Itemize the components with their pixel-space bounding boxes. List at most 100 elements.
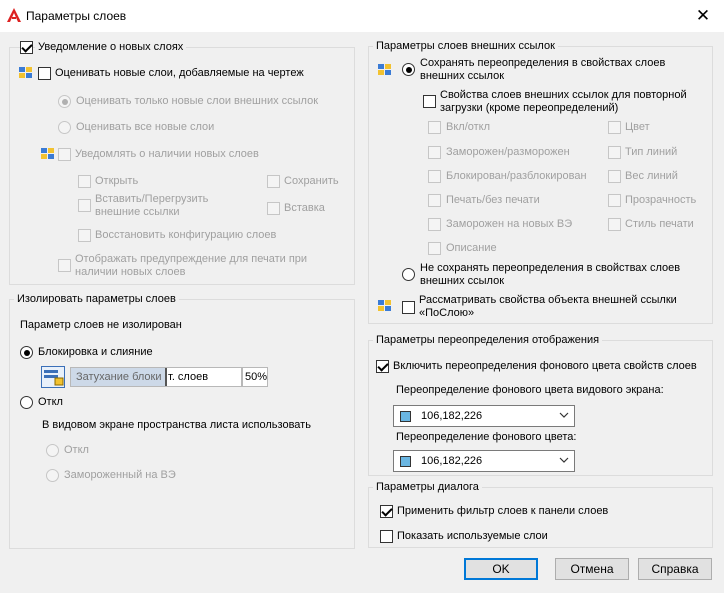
vp-bg-label: Переопределение фонового цвета видового … <box>396 384 664 396</box>
insert-reload-checkbox[interactable] <box>78 199 91 212</box>
isolate-off-radio[interactable] <box>20 396 33 409</box>
lock-checkbox[interactable] <box>428 170 441 183</box>
only-xref-label: Оценивать только новые слои внешних ссыл… <box>76 95 319 107</box>
notification-checkbox[interactable] <box>20 41 33 54</box>
keep-overrides-radio[interactable] <box>402 63 415 76</box>
print-warning-label: Отображать предупреждение для печати при… <box>75 253 308 278</box>
no-keep-radio[interactable] <box>402 268 415 281</box>
freeze-label: Заморожен/разморожен <box>446 146 570 158</box>
description-label: Описание <box>446 242 497 254</box>
chevron-down-icon <box>559 457 569 463</box>
insert-label: Вставка <box>284 202 325 214</box>
insert-reload-label: Вставить/Перегрузить внешние ссылки <box>95 193 209 218</box>
notification-group <box>9 47 355 285</box>
treat-bylayer-label: Рассматривать свойства объекта внешней с… <box>419 294 677 319</box>
evaluate-new-checkbox[interactable] <box>38 67 51 80</box>
fade-slider-thumb[interactable] <box>165 368 167 386</box>
plot-style-label: Стиль печати <box>625 218 694 230</box>
lineweight-label: Вес линий <box>625 170 678 182</box>
keep-overrides-label: Сохранять переопределения в свойствах сл… <box>420 57 666 82</box>
bg-combo[interactable]: 106,182,226 <box>393 450 575 472</box>
chevron-down-icon <box>559 412 569 418</box>
fade-label: Затухание блоки <box>76 371 162 383</box>
apply-filter-label: Применить фильтр слоев к панели слоев <box>397 505 609 517</box>
cancel-button[interactable]: Отмена <box>555 558 629 580</box>
lineweight-checkbox[interactable] <box>608 170 621 183</box>
lock-label: Блокирован/разблокирован <box>446 170 587 182</box>
enable-bg-checkbox[interactable] <box>376 360 389 373</box>
color-swatch <box>400 411 411 422</box>
color-swatch <box>400 456 411 467</box>
xref-legend: Параметры слоев внешних ссылок <box>373 40 558 53</box>
vp-bg-value: 106,182,226 <box>421 410 483 422</box>
fade-slider[interactable]: Затухание блоки т. слоев <box>70 367 242 387</box>
evaluate-new-label: Оценивать новые слои, добавляемые на чер… <box>55 67 304 79</box>
open-label: Открыть <box>95 175 139 187</box>
dialog-legend: Параметры диалога <box>373 481 482 494</box>
plot-label: Печать/без печати <box>446 194 540 206</box>
vp-off-label: Откл <box>64 444 89 456</box>
close-icon[interactable]: ✕ <box>690 4 716 28</box>
layer-stack-icon <box>378 64 391 75</box>
vp-frozen-radio[interactable] <box>46 469 59 482</box>
open-checkbox[interactable] <box>78 175 91 188</box>
enable-bg-label: Включить переопределения фонового цвета … <box>393 360 697 372</box>
restore-checkbox[interactable] <box>78 229 91 242</box>
fade-value-box[interactable]: 50% <box>242 367 268 387</box>
window-title: Параметры слоев <box>26 9 127 23</box>
color-label: Цвет <box>625 121 650 133</box>
frozen-vp-checkbox[interactable] <box>428 218 441 231</box>
all-new-radio[interactable] <box>58 121 71 134</box>
plot-checkbox[interactable] <box>428 194 441 207</box>
vp-bg-combo[interactable]: 106,182,226 <box>393 405 575 427</box>
reload-props-checkbox[interactable] <box>423 95 436 108</box>
ok-button[interactable]: OK <box>464 558 538 580</box>
print-warning-checkbox[interactable] <box>58 259 71 272</box>
linetype-checkbox[interactable] <box>608 146 621 159</box>
insert-checkbox[interactable] <box>267 202 280 215</box>
isolate-off-label: Откл <box>38 396 63 408</box>
only-xref-radio[interactable] <box>58 95 71 108</box>
vp-frozen-label: Замороженный на ВЭ <box>64 469 176 481</box>
layer-stack-icon <box>19 67 32 78</box>
isolate-legend: Изолировать параметры слоев <box>14 293 179 306</box>
color-checkbox[interactable] <box>608 121 621 134</box>
display-legend: Параметры переопределения отображения <box>373 334 603 347</box>
autocad-logo-icon <box>7 8 21 22</box>
lock-fade-radio[interactable] <box>20 346 33 359</box>
save-checkbox[interactable] <box>267 175 280 188</box>
transparency-label: Прозрачность <box>625 194 697 206</box>
lock-fade-label: Блокировка и слияние <box>38 346 153 358</box>
freeze-checkbox[interactable] <box>428 146 441 159</box>
apply-filter-checkbox[interactable] <box>380 505 393 518</box>
on-off-checkbox[interactable] <box>428 121 441 134</box>
notify-present-checkbox[interactable] <box>58 148 71 161</box>
layer-stack-icon <box>41 148 54 159</box>
notify-present-label: Уведомлять о наличии новых слоев <box>75 148 259 160</box>
bg-value: 106,182,226 <box>421 455 483 467</box>
save-label: Сохранить <box>284 175 339 187</box>
notification-legend: Уведомление о новых слоях <box>35 41 187 54</box>
description-checkbox[interactable] <box>428 242 441 255</box>
reload-props-label: Свойства слоев внешних ссылок для повтор… <box>440 89 687 114</box>
no-keep-label: Не сохранять переопределения в свойствах… <box>420 262 681 287</box>
show-used-label: Показать используемые слои <box>397 530 548 542</box>
restore-label: Восстановить конфигурацию слоев <box>95 229 277 241</box>
fade-label-suffix: т. слоев <box>168 371 209 383</box>
bg-label: Переопределение фонового цвета: <box>396 431 577 443</box>
show-used-checkbox[interactable] <box>380 530 393 543</box>
layer-fade-icon <box>41 366 65 388</box>
help-button[interactable]: Справка <box>638 558 712 580</box>
frozen-vp-label: Заморожен на новых ВЭ <box>446 218 573 230</box>
transparency-checkbox[interactable] <box>608 194 621 207</box>
treat-bylayer-checkbox[interactable] <box>402 301 415 314</box>
fade-value: 50% <box>245 371 268 383</box>
isolate-status: Параметр слоев не изолирован <box>20 319 182 331</box>
linetype-label: Тип линий <box>625 146 678 158</box>
vp-off-radio[interactable] <box>46 444 59 457</box>
viewport-use-label: В видовом экране пространства листа испо… <box>42 419 311 431</box>
layer-stack-icon <box>378 300 391 311</box>
on-off-label: Вкл/откл <box>446 121 491 133</box>
all-new-label: Оценивать все новые слои <box>76 121 215 133</box>
plot-style-checkbox[interactable] <box>608 218 621 231</box>
